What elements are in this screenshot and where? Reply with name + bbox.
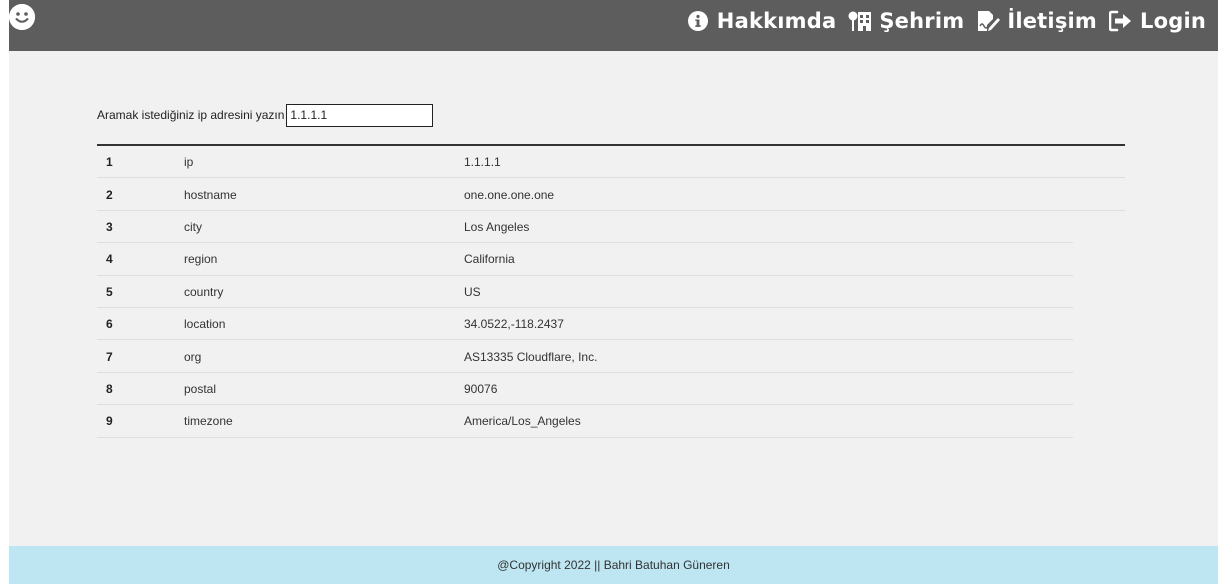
row-index: 5 [106,284,113,299]
footer: @Copyright 2022 || Bahri Batuhan Güneren [9,546,1218,584]
row-index: 8 [106,381,113,396]
table-row: 1 ip 1.1.1.1 [97,146,1125,179]
nav-item-iletisim[interactable]: İletişim [976,9,1097,33]
table-row: 2 hostname one.one.one.one [97,178,1125,211]
row-value: 34.0522,-118.2437 [464,317,564,332]
row-value: one.one.one.one [464,187,555,202]
row-divider [97,436,1073,438]
row-index: 1 [106,155,113,170]
nav-item-label: Şehrim [879,9,965,33]
row-index: 4 [106,252,113,267]
page-frame: Hakkımda Şehrim İletişim Login Aramak is… [9,0,1218,584]
ip-info-table: 1 ip 1.1.1.1 2 hostname one.one.one.one 3 city L… [97,144,1125,438]
row-index: 6 [106,317,113,332]
row-value: US [464,284,481,299]
row-key: ip [184,155,194,170]
row-index: 3 [106,219,113,234]
info-circle-icon [686,9,710,33]
nav-item-sehrim[interactable]: Şehrim [848,9,964,33]
sign-in-icon [1109,9,1133,33]
ip-search-input[interactable] [286,103,434,127]
row-key: org [184,349,202,364]
row-key: postal [184,381,217,396]
row-key: country [184,284,224,299]
row-value: 90076 [464,381,498,396]
row-value: America/Los_Angeles [464,414,581,429]
nav-item-login[interactable]: Login [1109,9,1206,33]
row-index: 2 [106,187,113,202]
row-value: California [464,252,515,267]
smiley-face-icon[interactable] [9,4,35,30]
table-row: 3 city Los Angeles [97,211,1125,244]
row-key: timezone [184,414,233,429]
row-value: AS13335 Cloudflare, Inc. [464,349,598,364]
table-row: 4 region California [97,243,1125,276]
row-key: location [184,317,226,332]
nav-menu: Hakkımda Şehrim İletişim Login [674,6,1206,36]
signature-icon [976,9,1001,33]
row-key: region [184,252,218,267]
table-row: 5 country US [97,276,1125,308]
row-index: 9 [106,414,113,429]
copyright-text: @Copyright 2022 || Bahri Batuhan Güneren [497,558,730,572]
row-value: 1.1.1.1 [464,155,501,170]
row-key: city [184,219,202,234]
row-key: hostname [184,187,237,202]
nav-item-label: Login [1140,9,1206,33]
row-index: 7 [106,349,113,364]
table-row: 9 timezone America/Los_Angeles [97,405,1125,438]
ip-search-label: Aramak istediğiniz ip adresini yazın [97,108,285,122]
city-icon [848,9,872,33]
top-navbar: Hakkımda Şehrim İletişim Login [9,0,1218,51]
nav-item-hakkimda[interactable]: Hakkımda [686,9,837,33]
ip-search-form: Aramak istediğiniz ip adresini yazın [97,103,434,127]
table-row: 6 location 34.0522,-118.2437 [97,308,1125,341]
nav-item-label: İletişim [1007,9,1097,33]
table-row: 7 org AS13335 Cloudflare, Inc. [97,340,1125,373]
table-row: 8 postal 90076 [97,373,1125,406]
nav-item-label: Hakkımda [716,9,837,33]
row-value: Los Angeles [464,219,530,234]
